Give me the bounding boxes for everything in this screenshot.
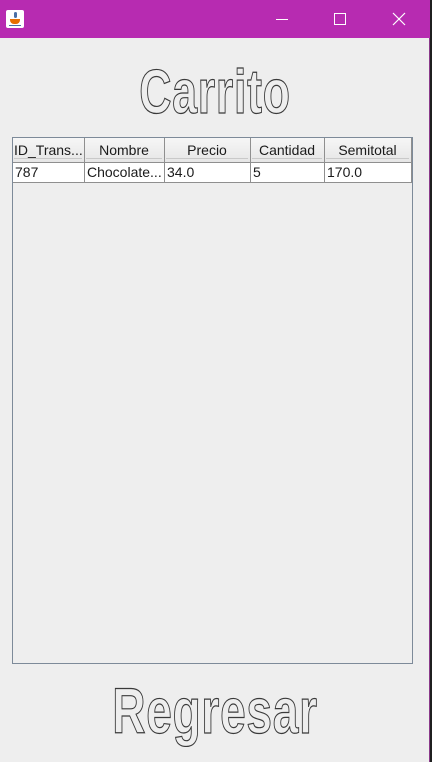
minimize-icon [276,19,288,20]
close-button[interactable] [376,0,422,38]
table-cell[interactable]: 34.0 [165,163,251,183]
table-cell[interactable]: 787 [13,163,85,183]
minimize-button[interactable] [259,0,305,38]
back-button[interactable]: Regresar [60,674,370,747]
table-cell[interactable]: 5 [251,163,325,183]
cart-table[interactable]: ID_Trans... Nombre Precio Cantidad Semit… [12,137,413,664]
maximize-icon [334,13,346,25]
column-header[interactable]: Semitotal [325,138,412,163]
column-header[interactable]: ID_Trans... [13,138,85,163]
column-header[interactable]: Cantidad [251,138,325,163]
close-icon [392,12,406,26]
column-header[interactable]: Nombre [85,138,165,163]
title-bar[interactable] [0,0,430,38]
table-cell[interactable]: Chocolate... [85,163,165,183]
column-header[interactable]: Precio [165,138,251,163]
java-icon [6,10,24,28]
maximize-button[interactable] [317,0,363,38]
page-title: Carrito [139,57,291,127]
app-window: Carrito ID_Trans... Nombre Precio Cantid… [0,0,430,762]
table-cell[interactable]: 170.0 [325,163,412,183]
